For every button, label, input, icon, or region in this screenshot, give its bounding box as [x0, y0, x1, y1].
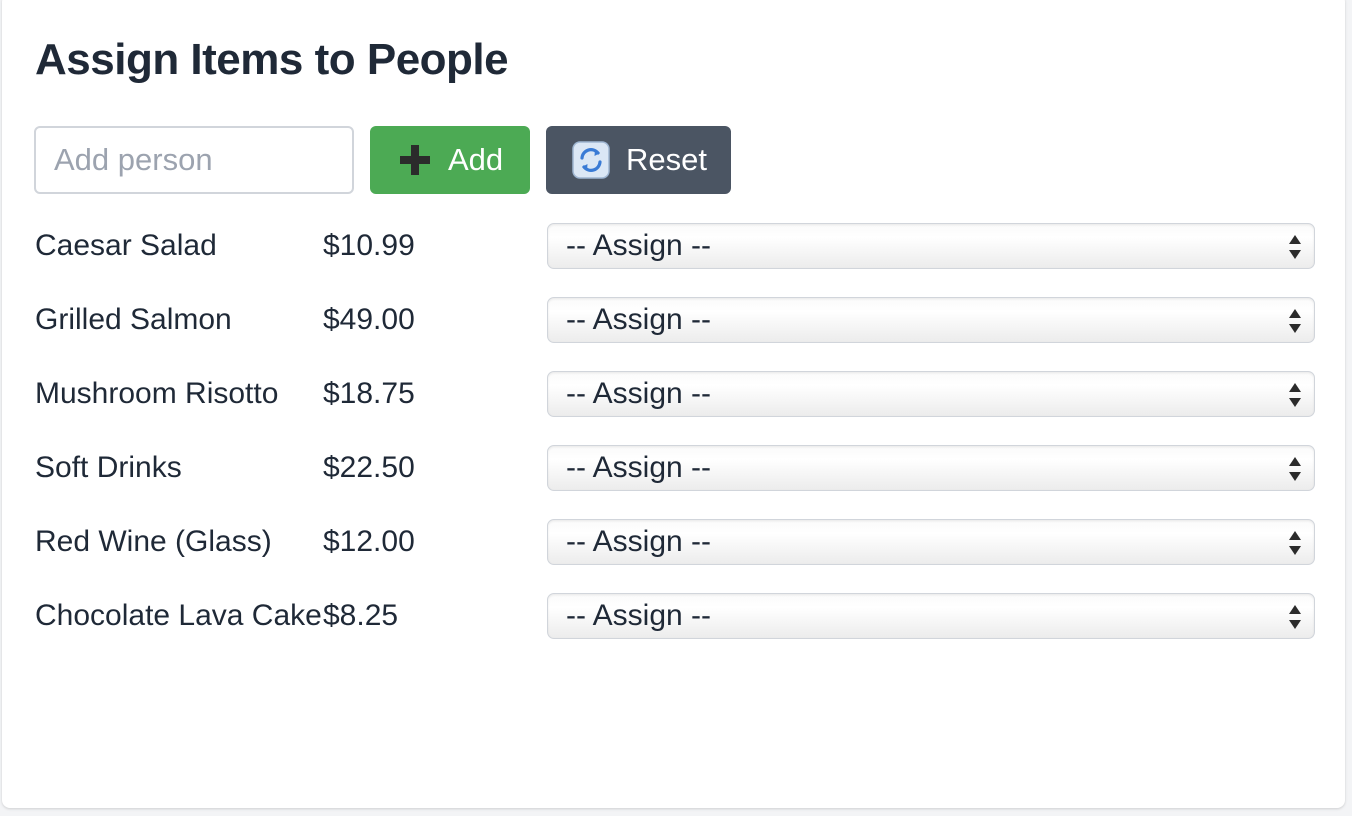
item-row: Soft Drinks $22.50 -- Assign --	[35, 444, 1315, 492]
item-price: $49.00	[323, 303, 415, 336]
item-list: Caesar Salad $10.99 -- Assign -- Grilled…	[35, 222, 1315, 666]
item-row: Red Wine (Glass) $12.00 -- Assign --	[35, 518, 1315, 566]
plus-icon	[400, 145, 430, 175]
select-arrows-icon	[1289, 235, 1301, 259]
add-person-input[interactable]	[34, 126, 354, 194]
select-arrows-icon	[1289, 531, 1301, 555]
item-name: Red Wine (Glass)	[35, 525, 272, 558]
item-price: $8.25	[323, 599, 399, 632]
item-row: Grilled Salmon $49.00 -- Assign --	[35, 296, 1315, 344]
assign-select[interactable]: -- Assign --	[547, 371, 1315, 417]
add-button-label: Add	[448, 142, 504, 177]
reset-button-label: Reset	[626, 142, 707, 177]
assign-select-value: -- Assign --	[566, 229, 712, 262]
item-name: Caesar Salad	[35, 229, 217, 262]
assign-select-value: -- Assign --	[566, 303, 712, 336]
assign-select-value: -- Assign --	[566, 377, 712, 410]
item-row: Caesar Salad $10.99 -- Assign --	[35, 222, 1315, 270]
assign-items-card: Assign Items to People Add Reset Caesar …	[2, 0, 1345, 808]
item-name: Chocolate Lava Cake	[35, 599, 322, 632]
assign-select[interactable]: -- Assign --	[547, 445, 1315, 491]
assign-select-value: -- Assign --	[566, 451, 712, 484]
item-name: Soft Drinks	[35, 451, 182, 484]
assign-select[interactable]: -- Assign --	[547, 223, 1315, 269]
select-arrows-icon	[1289, 383, 1301, 407]
item-row: Chocolate Lava Cake $8.25 -- Assign --	[35, 592, 1315, 640]
item-name: Mushroom Risotto	[35, 377, 279, 410]
assign-select-value: -- Assign --	[566, 525, 712, 558]
assign-select[interactable]: -- Assign --	[547, 297, 1315, 343]
select-arrows-icon	[1289, 457, 1301, 481]
assign-select[interactable]: -- Assign --	[547, 519, 1315, 565]
page-title: Assign Items to People	[35, 35, 509, 84]
assign-select[interactable]: -- Assign --	[547, 593, 1315, 639]
assign-select-value: -- Assign --	[566, 599, 712, 632]
refresh-icon	[572, 141, 610, 179]
add-button[interactable]: Add	[370, 126, 530, 194]
item-price: $18.75	[323, 377, 415, 410]
select-arrows-icon	[1289, 605, 1301, 629]
item-name: Grilled Salmon	[35, 303, 232, 336]
item-price: $12.00	[323, 525, 415, 558]
item-price: $10.99	[323, 229, 415, 262]
select-arrows-icon	[1289, 309, 1301, 333]
item-row: Mushroom Risotto $18.75 -- Assign --	[35, 370, 1315, 418]
reset-button[interactable]: Reset	[546, 126, 731, 194]
item-price: $22.50	[323, 451, 415, 484]
